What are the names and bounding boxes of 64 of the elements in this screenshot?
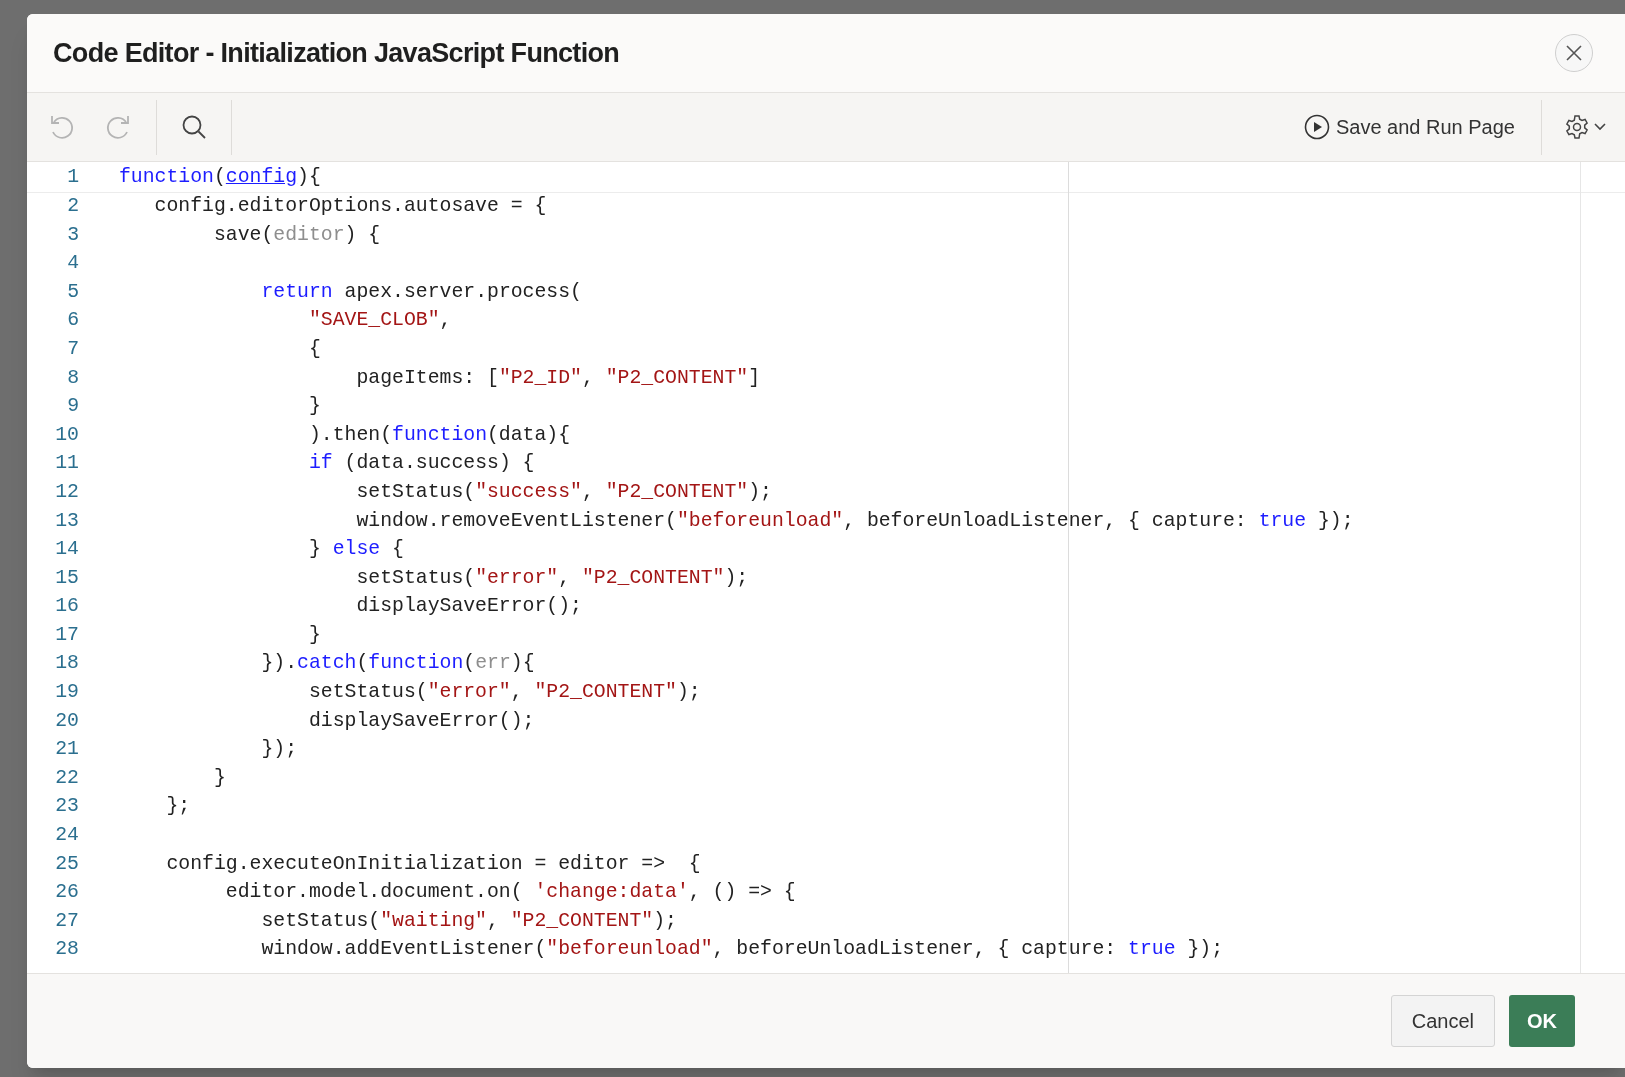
code-line: }).catch(function(err){ — [260, 654, 535, 675]
line-number: 6 — [66, 311, 79, 332]
close-button[interactable] — [1555, 34, 1593, 72]
chevron-down-icon — [1593, 122, 1607, 132]
line-number: 28 — [54, 940, 79, 961]
line-number: 16 — [54, 597, 79, 618]
play-circle-icon — [1303, 114, 1330, 140]
code-line: save(editor) { — [212, 225, 381, 246]
line-number: 1 — [66, 167, 79, 188]
code-line: if (data.success) { — [307, 454, 535, 475]
code-line: return apex.server.process( — [260, 282, 582, 303]
line-number: 26 — [54, 883, 79, 904]
code-line: "SAVE_CLOB", — [307, 311, 452, 332]
close-icon — [1565, 44, 1583, 62]
search-icon — [180, 113, 208, 141]
line-number: 13 — [54, 511, 79, 532]
line-number: 27 — [54, 911, 79, 932]
dialog-title: Code Editor - Initialization JavaScript Function — [53, 36, 620, 70]
line-number: 3 — [66, 225, 79, 246]
code-line: setStatus("success", "P2_CONTENT"); — [355, 482, 772, 503]
code-line: config.executeOnInitialization = editor => { — [165, 854, 701, 875]
code-line: } else { — [307, 540, 404, 560]
code-line: } — [307, 625, 321, 646]
cancel-button[interactable]: Cancel — [1390, 995, 1495, 1047]
line-number: 11 — [54, 454, 79, 475]
ok-button[interactable]: OK — [1509, 995, 1575, 1047]
line-number: 15 — [54, 568, 79, 589]
code-line: function(config){ — [119, 167, 321, 188]
code-line: ).then(function(data){ — [307, 425, 571, 446]
line-number: 5 — [66, 282, 79, 303]
code-line: pageItems: ["P2_ID", "P2_CONTENT"] — [355, 368, 761, 389]
line-number: 20 — [54, 711, 79, 732]
line-number: 24 — [54, 826, 79, 846]
line-number: 21 — [54, 740, 79, 761]
line-number: 22 — [54, 768, 79, 789]
line-number: 25 — [54, 854, 79, 875]
line-number: 2 — [66, 197, 79, 217]
line-number: 19 — [54, 683, 79, 703]
line-number: 12 — [54, 482, 79, 503]
line-number: 17 — [54, 625, 79, 646]
line-number: 9 — [66, 397, 79, 417]
code-line: }; — [165, 797, 191, 818]
line-number: 14 — [54, 540, 79, 560]
code-line: }); — [260, 740, 298, 761]
code-line: setStatus("waiting", "P2_CONTENT"); — [260, 911, 677, 932]
line-number: 4 — [66, 254, 79, 274]
code-line: window.addEventListener("beforeunload", beforeUnloadListener, { capture: true }); — [260, 940, 1223, 961]
code-line: setStatus("error", "P2_CONTENT"); — [355, 568, 749, 589]
code-line: } — [212, 768, 226, 789]
line-number: 7 — [66, 339, 79, 360]
code-line: window.removeEventListener("beforeunload", beforeUnloadListener, { capture: true }); — [355, 511, 1354, 532]
line-number: 18 — [54, 654, 79, 675]
line-number: 10 — [54, 425, 79, 446]
line-number: 8 — [66, 368, 79, 389]
code-line: editor.model.document.on( 'change:data', () => { — [224, 883, 796, 904]
code-line: displaySaveError(); — [355, 597, 582, 618]
code-line: config.editorOptions.autosave = { — [153, 197, 547, 217]
line-number: 23 — [54, 797, 79, 818]
code-line: displaySaveError(); — [307, 711, 535, 732]
code-line: } — [307, 397, 321, 417]
settings-icon — [1564, 114, 1590, 140]
code-line: { — [307, 339, 321, 360]
save-and-run-button[interactable]: Save and Run Page — [1289, 105, 1529, 149]
code-line: setStatus("error", "P2_CONTENT"); — [307, 683, 701, 703]
